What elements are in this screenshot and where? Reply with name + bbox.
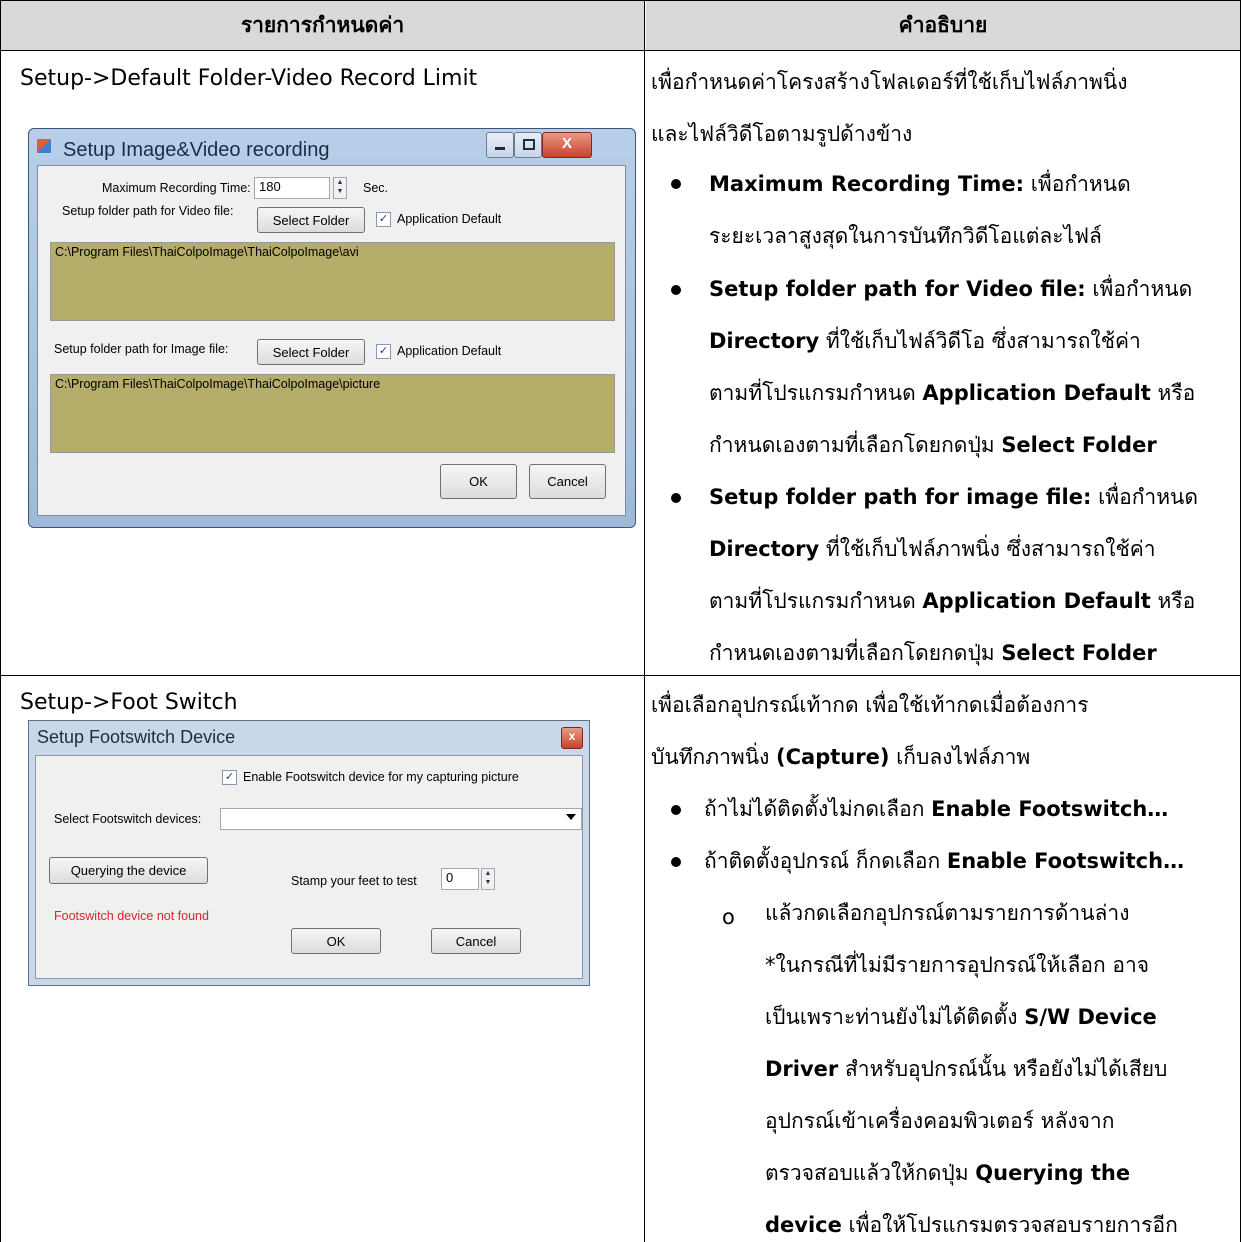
video-path-label: Setup folder path for Video file: (62, 204, 234, 218)
row2-sub-line4: Driver สำหรับอุปกรณ์นั้น หรือยังไม่ได้เส… (765, 1057, 1168, 1081)
dialog1-client: Maximum Recording Time: 180 ▲ ▼ Sec. Setu… (37, 165, 626, 516)
header-left: รายการกำหนดค่า (1, 0, 644, 50)
row1-intro-line1: เพื่อกำหนดค่าโครงสร้างโฟลเดอร์ที่ใช้เก็บ… (651, 70, 1128, 94)
close-icon: x (568, 729, 576, 743)
row2-bullet1: ถ้าไม่ได้ติดตั้งไม่กดเลือก Enable Footsw… (704, 797, 1169, 821)
minimize-button[interactable] (486, 132, 514, 158)
dialog1-ok-button[interactable]: OK (440, 464, 517, 499)
chevron-down-icon (566, 814, 576, 820)
spin-up-icon: ▲ (484, 870, 492, 877)
close-button[interactable]: x (561, 727, 583, 749)
row2-sub-line7: device เพื่อให้โปรแกรมตรวจสอบรายการอีก (765, 1213, 1178, 1237)
row1-bullet3-line1: Setup folder path for image file: เพื่อก… (709, 485, 1199, 509)
video-app-default-checkbox[interactable]: ✓ (376, 212, 391, 227)
bullet-icon (671, 493, 681, 503)
table-border-left (0, 0, 1, 1242)
dialog-footswitch: Setup Footswitch Device x ✓ Enable Foots… (28, 720, 590, 986)
enable-footswitch-label: Enable Footswitch device for my capturin… (243, 770, 519, 784)
stamp-input[interactable]: 0 (441, 868, 479, 890)
image-path-label: Setup folder path for Image file: (54, 342, 229, 356)
sub-bullet-marker: o (722, 905, 735, 929)
device-select[interactable] (220, 808, 582, 830)
spin-down-icon: ▼ (336, 188, 344, 195)
bullet-icon (671, 179, 681, 189)
max-time-spinner[interactable]: ▲ ▼ (333, 177, 347, 199)
maximize-button[interactable] (514, 132, 542, 158)
row1-bullet3-line2: Directory ที่ใช้เก็บไฟล์ภาพนิ่ง ซึ่งสามา… (709, 537, 1156, 561)
row2-title: Setup->Foot Switch (20, 690, 238, 715)
header-right: คำอธิบาย (646, 0, 1240, 50)
row2-sub-line5: อุปกรณ์เข้าเครื่องคอมพิวเตอร์ หลังจาก (765, 1109, 1115, 1133)
row1-bullet2-line2: Directory ที่ใช้เก็บไฟล์วิดีโอ ซึ่งสามาร… (709, 329, 1141, 353)
maximize-icon (523, 139, 535, 150)
row2-intro-line2: บันทึกภาพนิ่ง (Capture) เก็บลงไฟล์ภาพ (651, 745, 1031, 769)
minimize-icon (495, 147, 505, 150)
row1-bullet1-line2: ระยะเวลาสูงสุดในการบันทึกวิดีโอแต่ละไฟล์ (709, 224, 1102, 248)
row1-bullet3-line4: กำหนดเองตามที่เลือกโดยกดปุ่ม Select Fold… (709, 641, 1157, 665)
bullet-icon (671, 285, 681, 295)
sec-label: Sec. (363, 181, 389, 195)
image-app-default-checkbox[interactable]: ✓ (376, 344, 391, 359)
video-app-default-label: Application Default (397, 212, 502, 226)
dialog-image-video: Setup Image&Video recording X Maximum Re… (28, 128, 636, 528)
close-button[interactable]: X (542, 132, 592, 158)
row2-sub-line2: *ในกรณีที่ไม่มีรายการอุปกรณ์ให้เลือก อาจ (765, 953, 1150, 977)
stamp-label: Stamp your feet to test (291, 874, 417, 888)
spin-down-icon: ▼ (484, 879, 492, 886)
table-border-mid (644, 0, 645, 1242)
enable-footswitch-checkbox[interactable]: ✓ (222, 770, 237, 785)
dialog1-title: Setup Image&Video recording (63, 139, 330, 161)
image-path-box: C:\Program Files\ThaiColpoImage\ThaiColp… (50, 374, 615, 453)
row2-sub-line6: ตรวจสอบแล้วให้กดปุ่ม Querying the (765, 1161, 1131, 1185)
select-device-label: Select Footswitch devices: (54, 812, 202, 826)
app-icon (37, 139, 51, 153)
dialog1-cancel-button[interactable]: Cancel (529, 464, 606, 499)
table-border-row (0, 675, 1241, 676)
row1-intro-line2: และไฟล์วิดีโอตามรูปด้างข้าง (651, 122, 913, 146)
dialog2-ok-button[interactable]: OK (291, 928, 381, 954)
row1-bullet2-line4: กำหนดเองตามที่เลือกโดยกดปุ่ม Select Fold… (709, 433, 1157, 457)
video-path-box: C:\Program Files\ThaiColpoImage\ThaiColp… (50, 242, 615, 321)
image-select-folder-button[interactable]: Select Folder (257, 339, 365, 365)
row2-intro-line1: เพื่อเลือกอุปกรณ์เท้ากด เพื่อใช้เท้ากดเม… (651, 693, 1089, 717)
not-found-message: Footswitch device not found (54, 909, 209, 923)
dialog2-client: ✓ Enable Footswitch device for my captur… (35, 755, 583, 979)
query-device-button[interactable]: Querying the device (49, 857, 208, 884)
row1-bullet1-line1: Maximum Recording Time: เพื่อกำหนด (709, 172, 1131, 196)
row1-title: Setup->Default Folder-Video Record Limit (20, 66, 478, 91)
row2-sub-line3: เป็นเพราะท่านยังไม่ได้ติดตั้ง S/W Device (765, 1005, 1157, 1029)
close-icon: X (561, 135, 572, 152)
max-time-label: Maximum Recording Time: (102, 181, 251, 195)
bullet-icon (671, 805, 681, 815)
stamp-spinner[interactable]: ▲ ▼ (481, 868, 495, 890)
bullet-icon (671, 857, 681, 867)
table-border-top (0, 0, 1241, 1)
dialog2-title: Setup Footswitch Device (37, 727, 236, 747)
row2-sub-line1: แล้วกดเลือกอุปกรณ์ตามรายการด้านล่าง (765, 901, 1130, 925)
dialog2-cancel-button[interactable]: Cancel (431, 928, 521, 954)
row1-bullet2-line1: Setup folder path for Video file: เพื่อก… (709, 277, 1193, 301)
image-app-default-label: Application Default (397, 344, 502, 358)
row2-bullet2: ถ้าติดตั้งอุปกรณ์ ก็กดเลือก Enable Foots… (704, 849, 1185, 873)
row1-bullet2-line3: ตามที่โปรแกรมกำหนด Application Default ห… (709, 381, 1196, 405)
row1-bullet3-line3: ตามที่โปรแกรมกำหนด Application Default ห… (709, 589, 1196, 613)
max-time-input[interactable]: 180 (254, 177, 330, 199)
video-select-folder-button[interactable]: Select Folder (257, 207, 365, 233)
table-border-header (0, 50, 1241, 51)
spin-up-icon: ▲ (336, 179, 344, 186)
